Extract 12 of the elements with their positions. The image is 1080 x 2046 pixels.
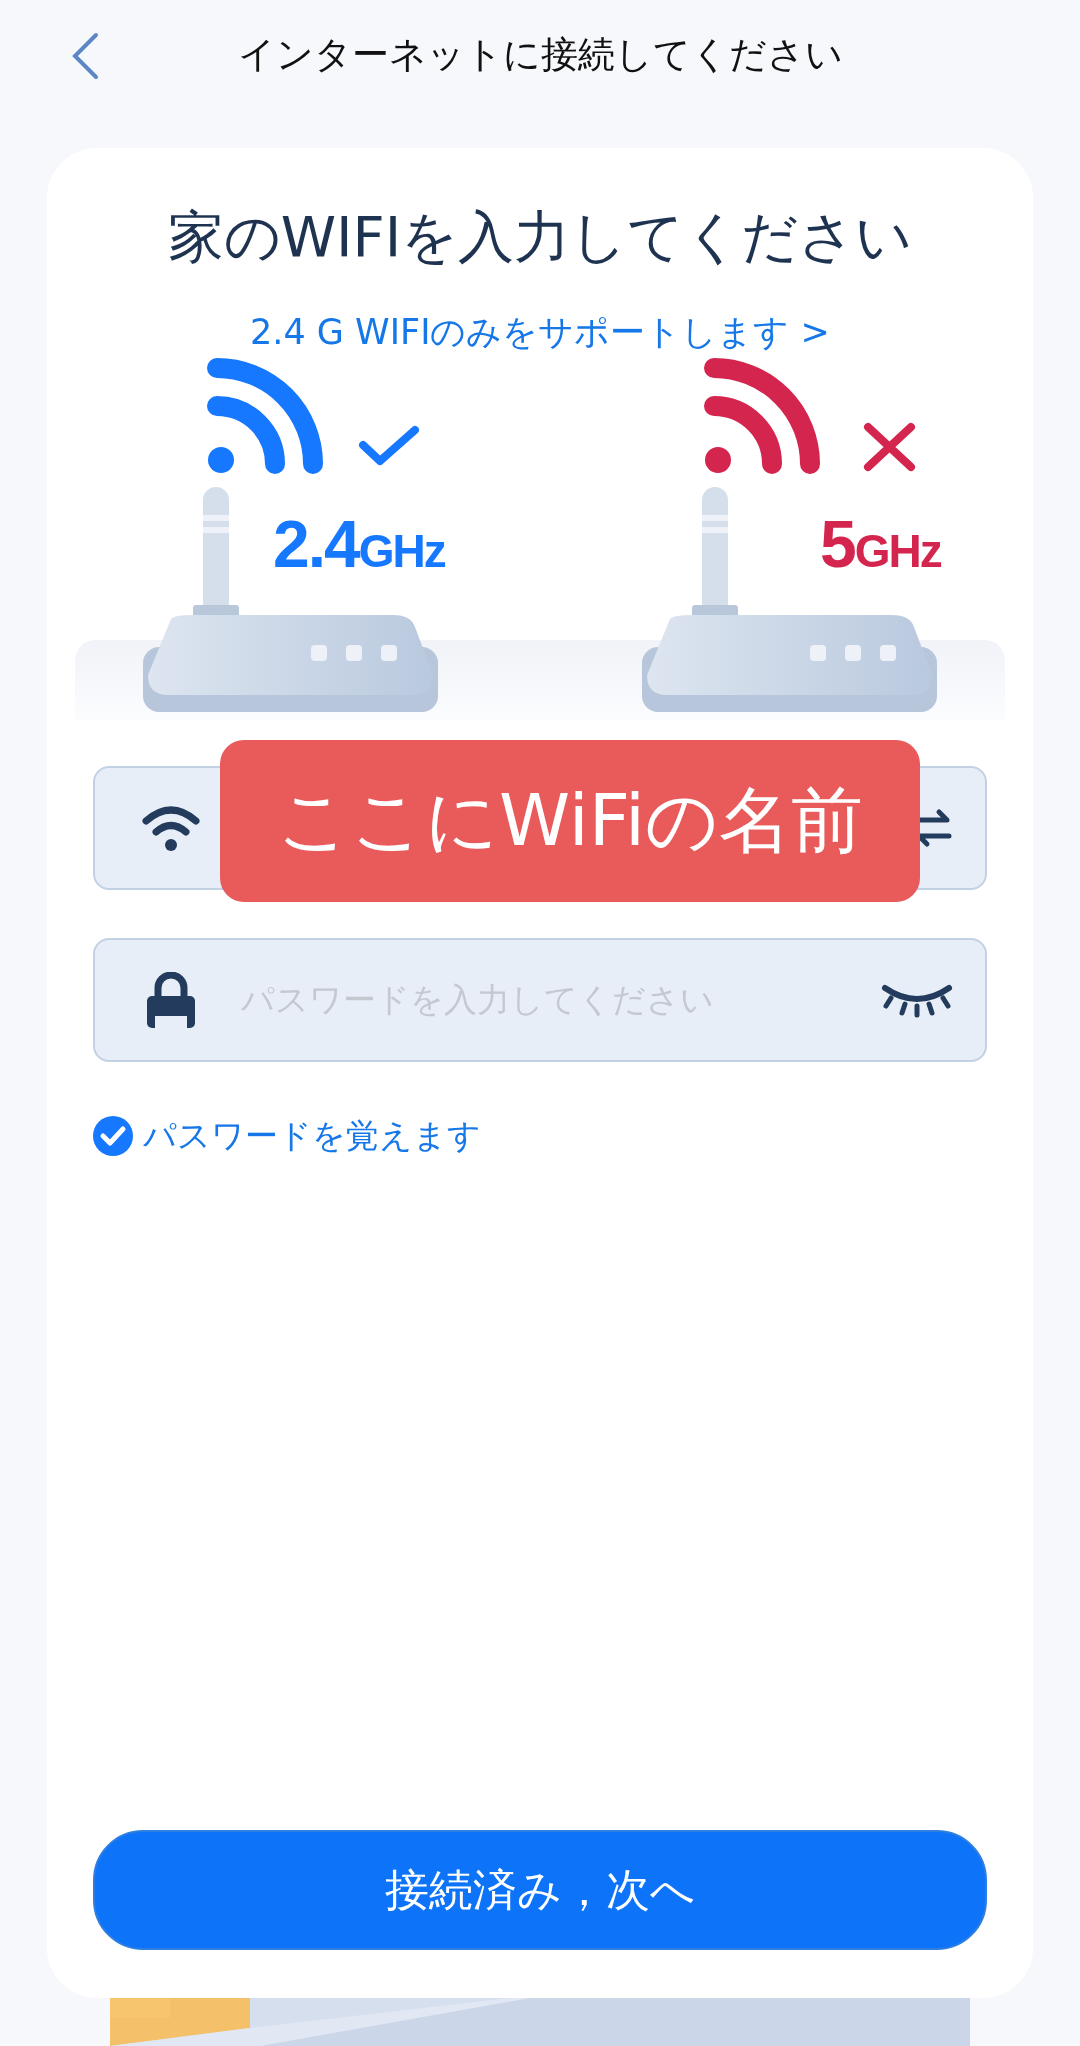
wifi-icon	[141, 803, 201, 853]
band-label: 5GHz	[820, 508, 941, 583]
band-label: 2.4GHz	[273, 508, 445, 583]
page-title: インターネットに接続してください	[237, 32, 843, 78]
next-button[interactable]: 接続済み，次へ	[93, 1830, 987, 1950]
annotation-tooltip: ここにWiFiの名前	[220, 740, 920, 902]
check-icon	[358, 425, 420, 467]
heading: 家のWIFIを入力してください	[166, 203, 914, 271]
checkbox[interactable]	[93, 1116, 133, 1156]
cross-icon	[862, 422, 917, 472]
remember-label: パスワードを覚えます	[143, 1114, 481, 1157]
support-link[interactable]: 2.4 G WIFIのみをサポートします >	[250, 304, 830, 360]
